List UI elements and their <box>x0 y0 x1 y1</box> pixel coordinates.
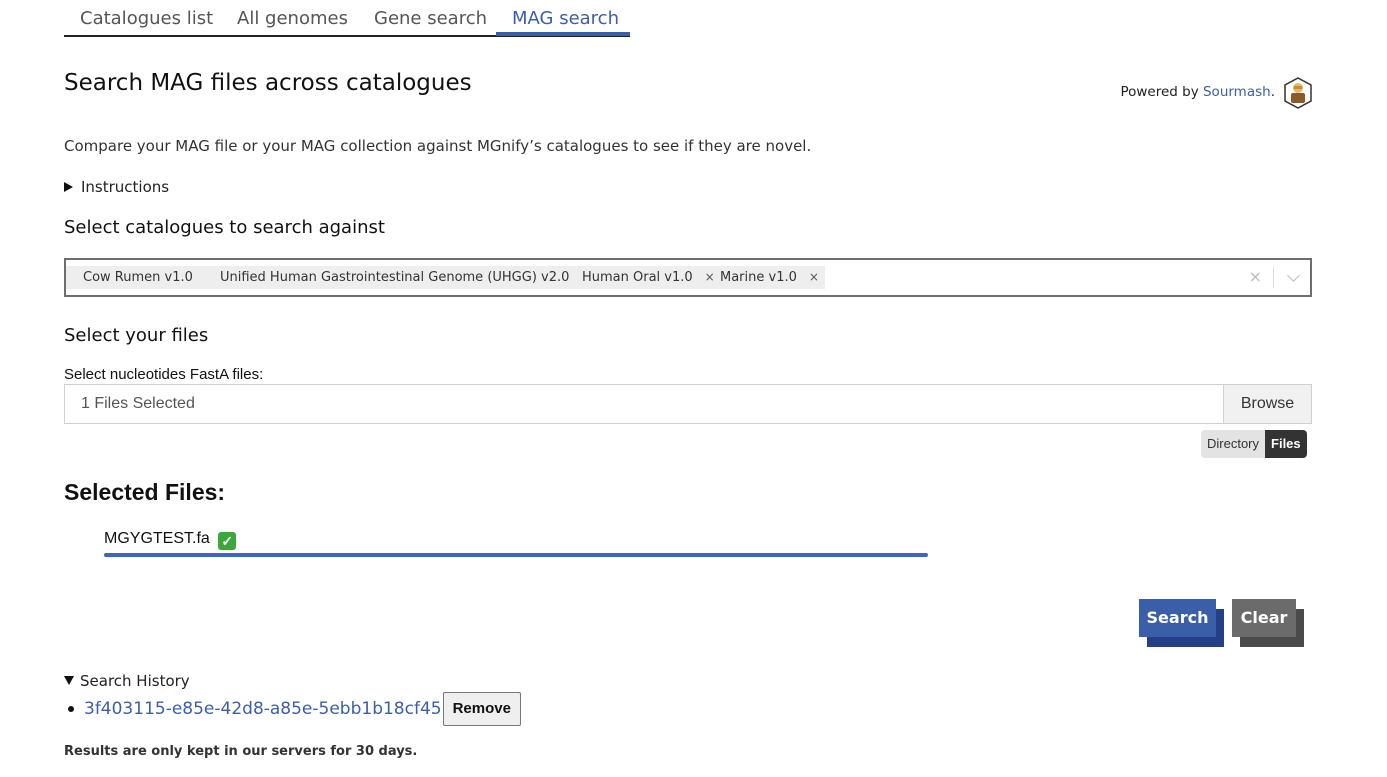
catalogue-multiselect[interactable]: Cow Rumen v1.0× Unified Human Gastrointe… <box>64 258 1312 297</box>
catalogue-chip-label: Human Oral v1.0 <box>582 270 693 285</box>
multiselect-separator <box>1273 267 1274 288</box>
history-item: 3f403115-e85e-42d8-a85e-5ebb1b18cf45 Rem… <box>68 692 521 726</box>
selected-file-name: MGYGTEST.fa <box>104 530 210 547</box>
tab-catalogues-list[interactable]: Catalogues list <box>80 8 213 29</box>
sourmash-link[interactable]: Sourmash <box>1203 84 1271 100</box>
catalogue-chip: Marine v1.0 × <box>714 266 825 289</box>
selected-files-heading: Selected Files: <box>64 479 226 505</box>
bullet-icon <box>68 706 74 712</box>
tab-all-genomes[interactable]: All genomes <box>237 8 348 29</box>
clear-selection-icon[interactable]: × <box>1249 267 1262 286</box>
catalogue-chip-label: Cow Rumen v1.0 <box>83 270 193 285</box>
powered-by-prefix: Powered by <box>1120 84 1203 100</box>
tab-bar: Catalogues list All genomes Gene search … <box>64 0 630 37</box>
caret-right-icon <box>64 182 73 192</box>
mode-files-option[interactable]: Files <box>1265 430 1307 458</box>
selected-file-item: MGYGTEST.fa ✓ <box>104 530 237 550</box>
catalogue-chip: Unified Human Gastrointestinal Genome (U… <box>206 266 598 289</box>
browse-button[interactable]: Browse <box>1223 385 1311 423</box>
file-progress-bar <box>104 553 928 557</box>
files-heading: Select your files <box>64 325 209 346</box>
file-input[interactable]: 1 Files Selected Browse <box>64 384 1312 424</box>
powered-by-suffix: . <box>1270 84 1275 100</box>
search-button-label[interactable]: Search <box>1139 599 1216 637</box>
chip-remove-icon[interactable]: × <box>809 270 819 284</box>
clear-button-label[interactable]: Clear <box>1232 599 1296 637</box>
file-progress-fill <box>104 553 928 557</box>
intro-text: Compare your MAG file or your MAG collec… <box>64 137 812 155</box>
search-button[interactable]: Search <box>1139 599 1224 647</box>
retention-note: Results are only kept in our servers for… <box>64 744 418 759</box>
search-history-label: Search History <box>80 672 190 690</box>
sourmash-logo-icon <box>1284 77 1312 109</box>
instructions-label: Instructions <box>81 178 170 196</box>
tab-gene-search[interactable]: Gene search <box>374 8 487 29</box>
instructions-toggle[interactable]: Instructions <box>64 178 169 196</box>
file-input-value: 1 Files Selected <box>81 395 195 412</box>
clear-button[interactable]: Clear <box>1232 599 1315 647</box>
page-title: Search MAG files across catalogues <box>64 70 472 96</box>
catalogue-chip: Cow Rumen v1.0× <box>66 266 221 289</box>
catalogue-chip: Human Oral v1.0 × <box>575 266 721 289</box>
remove-history-button[interactable]: Remove <box>442 692 521 726</box>
caret-down-icon <box>64 676 74 685</box>
mode-directory-option[interactable]: Directory <box>1201 430 1266 458</box>
chevron-down-icon[interactable] <box>1287 269 1300 282</box>
fasta-input-label: Select nucleotides FastA files: <box>64 366 264 383</box>
catalogue-chip-label: Unified Human Gastrointestinal Genome (U… <box>220 270 570 285</box>
active-tab-indicator <box>496 32 630 36</box>
search-history-toggle[interactable]: Search History <box>64 672 190 690</box>
powered-by: Powered by Sourmash. <box>1120 84 1275 100</box>
tab-mag-search[interactable]: MAG search <box>512 8 619 29</box>
catalogues-heading: Select catalogues to search against <box>64 217 385 238</box>
check-icon: ✓ <box>218 532 237 550</box>
history-result-link[interactable]: 3f403115-e85e-42d8-a85e-5ebb1b18cf45 <box>84 699 442 719</box>
directory-files-toggle: Directory Files <box>1201 430 1307 458</box>
catalogue-chip-label: Marine v1.0 <box>720 270 797 285</box>
